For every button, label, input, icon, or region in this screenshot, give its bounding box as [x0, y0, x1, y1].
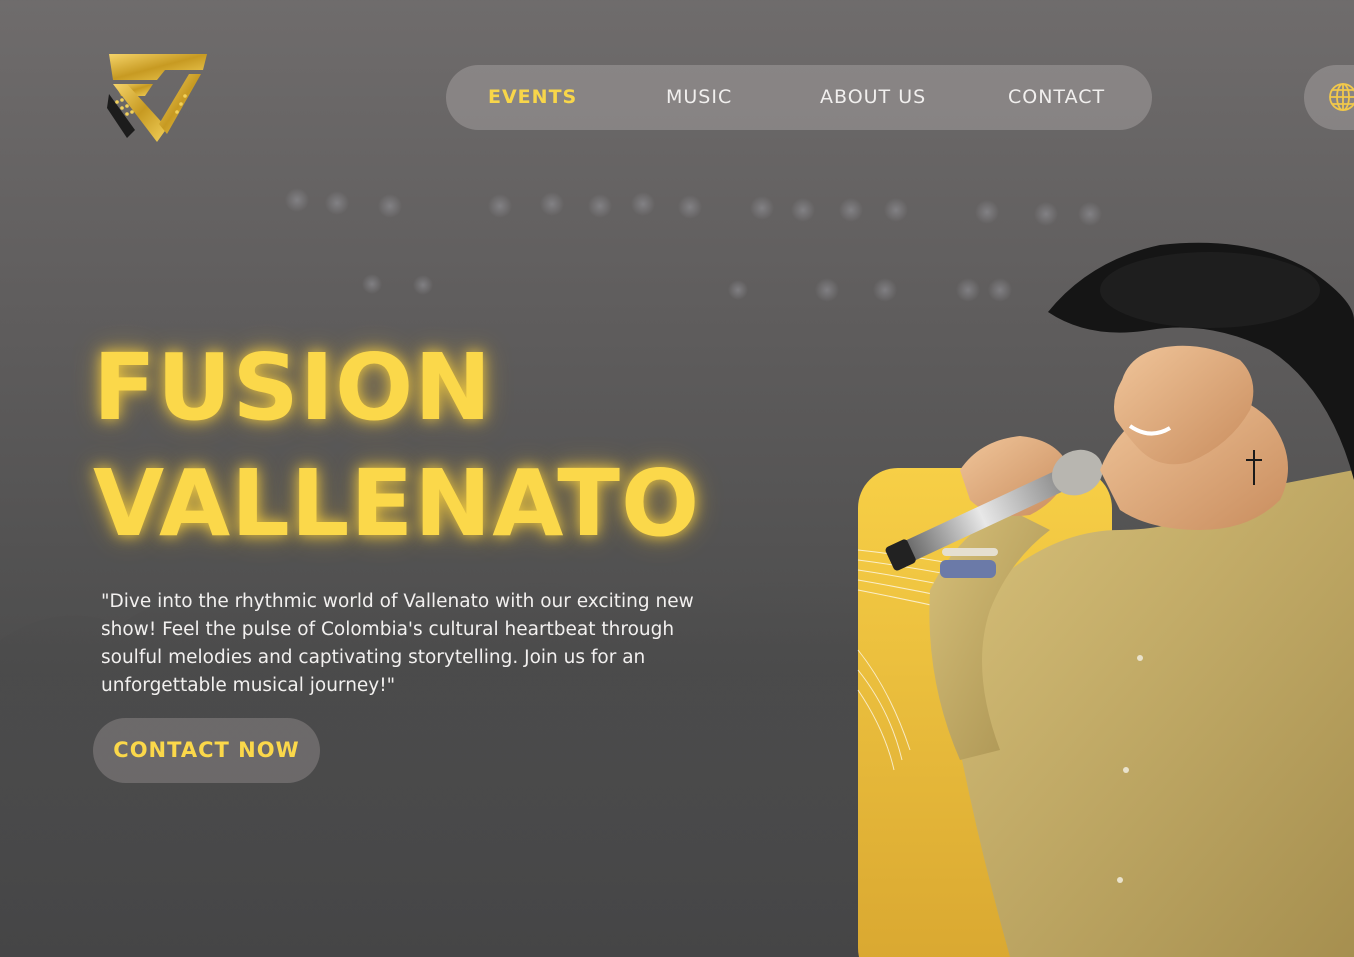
hero-title-line-1: FUSION [93, 334, 493, 441]
contact-now-button[interactable]: CONTACT NOW [93, 718, 320, 783]
hero-title: FUSION VALLENATO [93, 330, 700, 562]
hero-description: "Dive into the rhythmic world of Vallena… [101, 591, 694, 696]
brand-logo[interactable] [105, 50, 211, 146]
language-button[interactable] [1304, 65, 1354, 130]
main-nav: EVENTS MUSIC ABOUT US CONTACT [446, 65, 1152, 130]
fusion-vallenato-shield-logo [107, 54, 207, 142]
globe-icon [1329, 83, 1354, 111]
singer-hero-image [857, 242, 1354, 957]
nav-item-about-us[interactable]: ABOUT US [820, 65, 926, 130]
hero-title-line-2: VALLENATO [93, 450, 701, 557]
nav-item-events[interactable]: EVENTS [488, 65, 577, 130]
nav-item-music[interactable]: MUSIC [666, 65, 732, 130]
nav-item-contact[interactable]: CONTACT [1008, 65, 1105, 130]
